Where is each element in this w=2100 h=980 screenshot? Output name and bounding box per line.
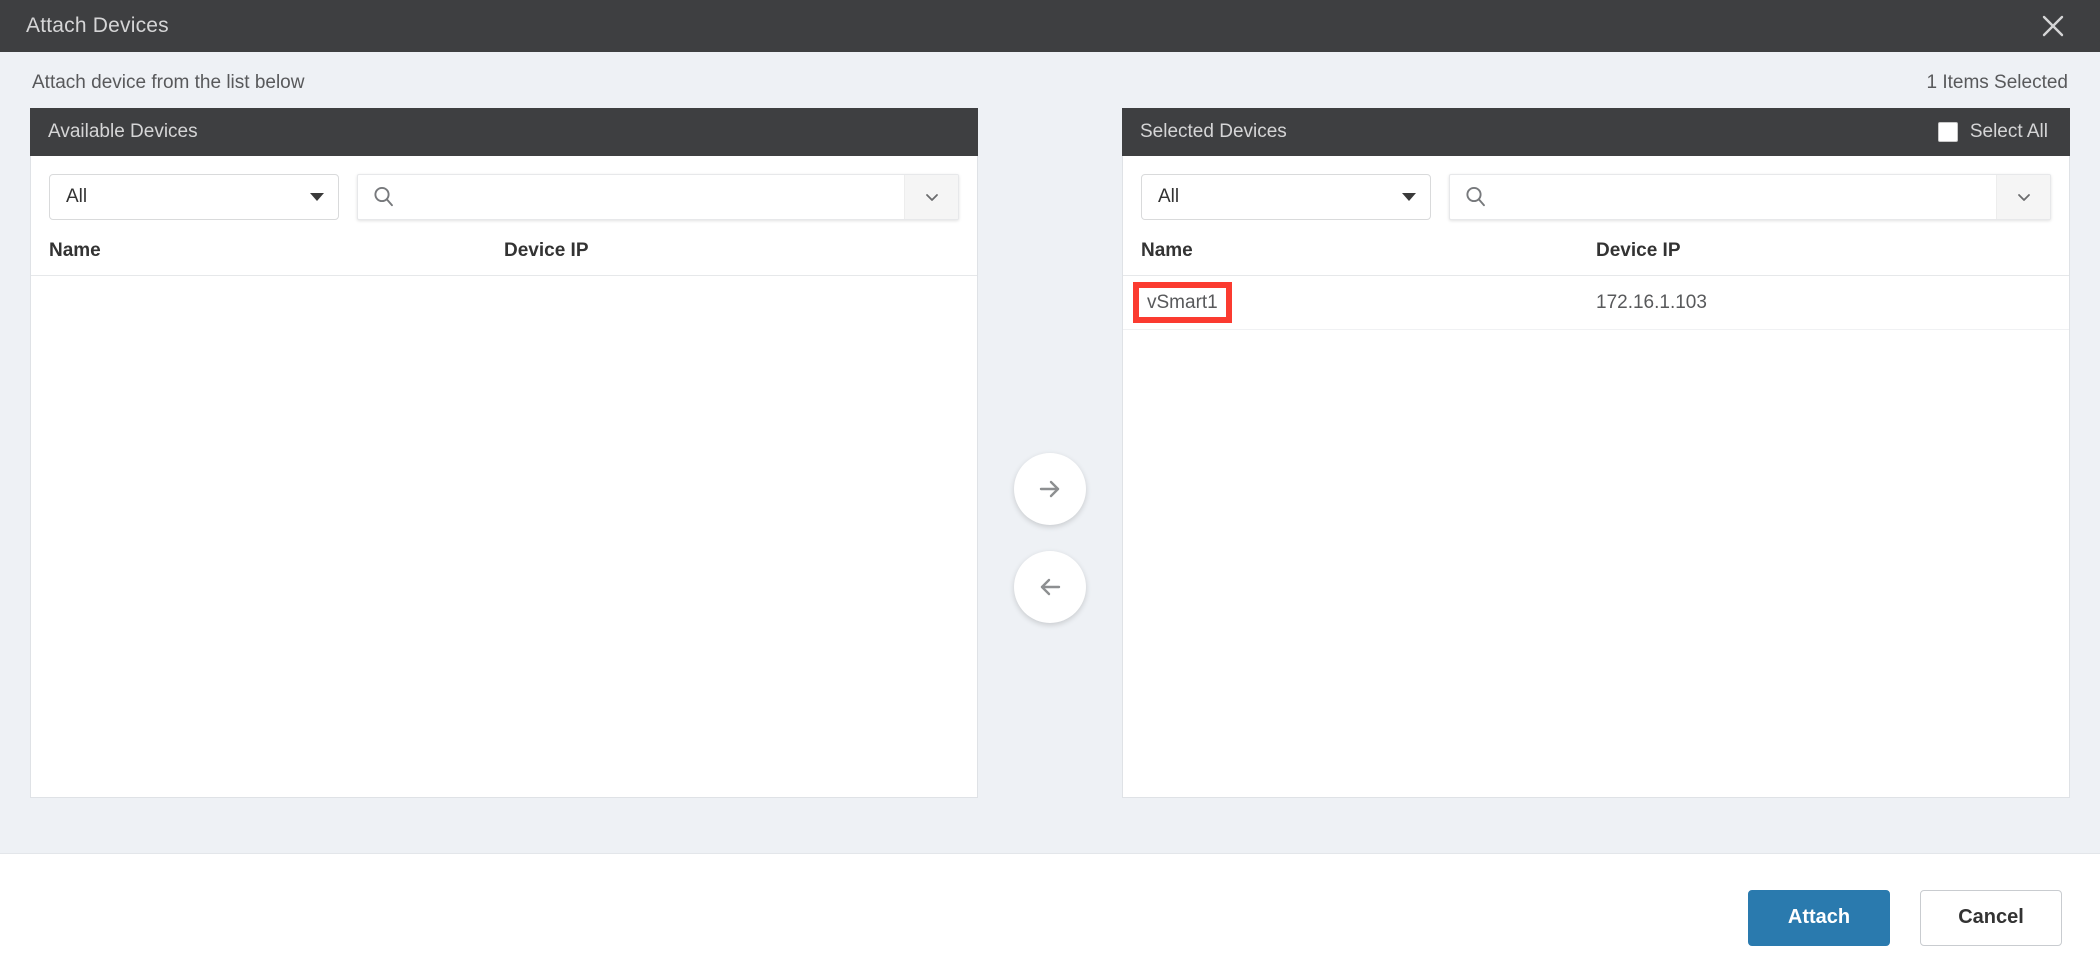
available-devices-title: Available Devices bbox=[48, 121, 198, 143]
dialog-subheader: Attach device from the list below 1 Item… bbox=[30, 52, 2070, 108]
instruction-text: Attach device from the list below bbox=[32, 72, 304, 94]
available-devices-panel: Available Devices All bbox=[30, 108, 978, 798]
available-device-type-select[interactable]: All bbox=[49, 174, 339, 220]
selected-column-device-ip: Device IP bbox=[1596, 240, 2051, 262]
selected-search-dropdown-button[interactable] bbox=[1996, 175, 2050, 219]
available-device-type-value: All bbox=[66, 186, 87, 208]
arrow-left-icon bbox=[1035, 572, 1065, 602]
selected-table-body: vSmart1 172.16.1.103 bbox=[1123, 276, 2069, 797]
dialog-footer: Attach Cancel bbox=[0, 853, 2100, 980]
attach-devices-dialog: Attach Devices Attach device from the li… bbox=[0, 0, 2100, 980]
selected-device-type-value: All bbox=[1158, 186, 1179, 208]
device-name-value: vSmart1 bbox=[1133, 282, 1232, 324]
available-search-input[interactable] bbox=[410, 175, 904, 219]
attach-button[interactable]: Attach bbox=[1748, 890, 1890, 946]
dialog-titlebar: Attach Devices bbox=[0, 0, 2100, 52]
caret-down-icon bbox=[310, 193, 324, 201]
table-row[interactable]: vSmart1 172.16.1.103 bbox=[1123, 276, 2069, 330]
selected-device-type-select[interactable]: All bbox=[1141, 174, 1431, 220]
transfer-controls bbox=[978, 108, 1122, 623]
chevron-down-icon bbox=[922, 187, 942, 207]
selected-devices-header: Selected Devices Select All bbox=[1122, 108, 2070, 156]
select-all-label: Select All bbox=[1970, 121, 2048, 143]
available-search-dropdown-button[interactable] bbox=[904, 175, 958, 219]
move-left-button[interactable] bbox=[1014, 551, 1086, 623]
available-column-name: Name bbox=[49, 240, 504, 262]
available-search-box[interactable] bbox=[357, 174, 959, 220]
arrow-right-icon bbox=[1035, 474, 1065, 504]
selected-devices-title: Selected Devices bbox=[1140, 121, 1287, 143]
items-selected-count: 1 Items Selected bbox=[1926, 72, 2068, 94]
selected-search-box[interactable] bbox=[1449, 174, 2051, 220]
dialog-title: Attach Devices bbox=[26, 14, 169, 38]
device-name-cell: vSmart1 bbox=[1141, 282, 1596, 324]
available-column-device-ip: Device IP bbox=[504, 240, 959, 262]
select-all-checkbox[interactable] bbox=[1938, 122, 1958, 142]
dialog-body: Attach device from the list below 1 Item… bbox=[0, 52, 2100, 853]
available-devices-header: Available Devices bbox=[30, 108, 978, 156]
selected-filter-row: All bbox=[1123, 156, 2069, 220]
device-ip-cell: 172.16.1.103 bbox=[1596, 292, 2051, 314]
select-all-control[interactable]: Select All bbox=[1938, 121, 2052, 143]
cancel-button[interactable]: Cancel bbox=[1920, 890, 2062, 946]
selected-devices-panel: Selected Devices Select All All bbox=[1122, 108, 2070, 798]
chevron-down-icon bbox=[2014, 187, 2034, 207]
selected-table-header-row: Name Device IP bbox=[1123, 226, 2069, 276]
close-icon[interactable] bbox=[2032, 5, 2074, 47]
available-table-header-row: Name Device IP bbox=[31, 226, 977, 276]
device-transfer-panels: Available Devices All bbox=[30, 108, 2070, 853]
search-icon bbox=[1450, 185, 1502, 209]
available-devices-table: Name Device IP bbox=[31, 220, 977, 797]
available-filter-row: All bbox=[31, 156, 977, 220]
search-icon bbox=[358, 185, 410, 209]
selected-search-input[interactable] bbox=[1502, 175, 1996, 219]
selected-column-name: Name bbox=[1141, 240, 1596, 262]
caret-down-icon bbox=[1402, 193, 1416, 201]
available-table-body bbox=[31, 276, 977, 797]
selected-devices-table: Name Device IP vSmart1 172.16.1.103 bbox=[1123, 220, 2069, 797]
move-right-button[interactable] bbox=[1014, 453, 1086, 525]
